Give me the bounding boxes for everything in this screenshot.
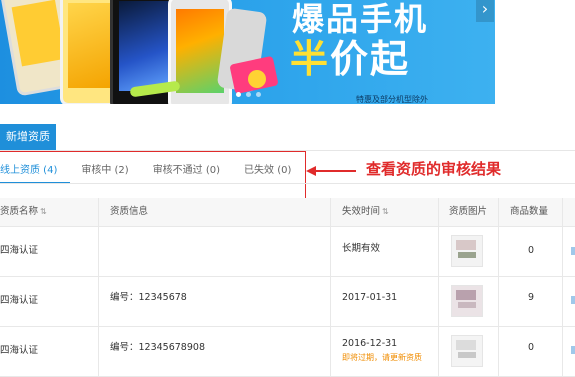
column-divider (498, 198, 499, 376)
carousel-dot[interactable] (256, 92, 261, 97)
sort-icon[interactable]: ⇅ (382, 207, 389, 216)
product-count: 0 (528, 245, 535, 256)
table-header-row: 资质名称 ⇅ 资质信息 失效时间 ⇅ 资质图片 商品数量 (0, 198, 575, 227)
qualification-thumbnail[interactable] (451, 235, 483, 267)
column-header-info: 资质信息 (110, 206, 149, 217)
tab-expired[interactable]: 已失效 (0) (233, 160, 304, 184)
coin-graphic (248, 70, 266, 88)
annotation-text: 查看资质的审核结果 (366, 160, 502, 178)
table-row[interactable]: 四海认证 编号：12345678 2017-01-31 9 (0, 276, 575, 327)
banner-subheadline: 半价起 (290, 28, 410, 83)
column-header-label: 失效时间 (342, 206, 381, 217)
product-count: 0 (528, 342, 535, 353)
column-header-image: 资质图片 (449, 206, 488, 217)
column-divider (330, 198, 331, 376)
column-header-count: 商品数量 (510, 206, 549, 217)
banner-highlight: 半 (290, 37, 331, 81)
tab-online[interactable]: 线上资质 (4) (0, 160, 71, 184)
column-divider (562, 198, 563, 376)
expiry-warning[interactable]: 即将过期，请更新资质 (342, 352, 422, 363)
row-action-link[interactable] (571, 346, 575, 354)
qualification-info: 编号：12345678908 (110, 342, 205, 353)
table-row[interactable]: 四海认证 长期有效 0 (0, 226, 575, 277)
table-row[interactable]: 四海认证 编号：12345678908 2016-12-31 即将过期，请更新资… (0, 326, 575, 377)
row-action-link[interactable] (571, 247, 575, 255)
sort-icon[interactable]: ⇅ (40, 207, 47, 216)
add-qualification-button[interactable]: 新增资质 (0, 124, 56, 150)
divider (0, 183, 575, 184)
column-divider (98, 198, 99, 376)
qualification-name: 四海认证 (0, 295, 39, 306)
qualification-name: 四海认证 (0, 345, 39, 356)
column-header-expiry[interactable]: 失效时间 ⇅ (342, 198, 389, 226)
promo-banner[interactable]: 爆品手机 半价起 特惠及部分机型除外 › (0, 0, 495, 104)
expiry-date: 长期有效 (342, 243, 381, 254)
qualification-info: 编号：12345678 (110, 292, 187, 303)
expiry-date: 2016-12-31 (342, 338, 398, 349)
product-count: 9 (528, 292, 535, 303)
expiry-date: 2017-01-31 (342, 292, 398, 303)
qualification-name: 四海认证 (0, 245, 39, 256)
column-divider (438, 198, 439, 376)
qualification-thumbnail[interactable] (451, 285, 483, 317)
status-tabs: 线上资质 (4) 审核中 (2) 审核不通过 (0) 已失效 (0) (0, 160, 304, 184)
carousel-next-arrow-icon[interactable]: › (476, 0, 494, 22)
qualification-thumbnail[interactable] (451, 335, 483, 367)
carousel-dot[interactable] (236, 92, 241, 97)
column-header-name[interactable]: 资质名称 ⇅ (0, 198, 47, 226)
tab-rejected[interactable]: 审核不通过 (0) (142, 160, 233, 184)
annotation-arrow-line (314, 170, 356, 172)
row-action-link[interactable] (571, 296, 575, 304)
banner-subheadline-text: 价起 (330, 37, 411, 81)
column-header-label: 资质名称 (0, 206, 39, 217)
banner-disclaimer: 特惠及部分机型除外 (356, 95, 428, 104)
tab-under-review[interactable]: 审核中 (2) (70, 160, 141, 184)
carousel-dots[interactable] (236, 92, 261, 97)
carousel-dot[interactable] (246, 92, 251, 97)
